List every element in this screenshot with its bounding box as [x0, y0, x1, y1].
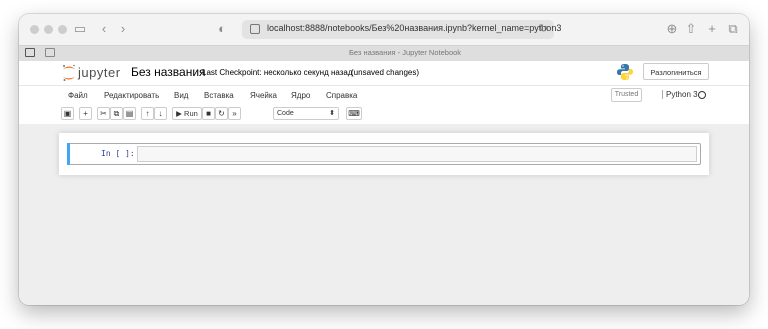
sidebar-icon[interactable]: ▭ — [73, 22, 87, 36]
cut-button[interactable]: ✂ — [97, 107, 110, 120]
notebook-name[interactable]: Без названия — [131, 65, 206, 79]
trusted-indicator[interactable]: Trusted — [611, 88, 642, 102]
jupyter-logo-icon[interactable] — [61, 64, 77, 82]
restart-icon: ↻ — [218, 109, 225, 118]
tab-title[interactable]: Без названия - Jupyter Notebook — [349, 48, 461, 57]
run-button[interactable]: ▶ Run — [172, 107, 202, 120]
notebook-toolbar: ▣ + ✂ ⧉ ▤ ↑ ↓ ▶ Run ■ ↻ » Code ⬍ ⌨ — [19, 105, 749, 124]
tab-bar: Без названия - Jupyter Notebook — [19, 45, 749, 62]
paste-icon: ▤ — [125, 109, 134, 118]
zoom-window-button[interactable] — [58, 25, 67, 34]
keyboard-icon: ⌨ — [348, 109, 360, 118]
move-down-button[interactable]: ↓ — [154, 107, 167, 120]
copy-button[interactable]: ⧉ — [110, 107, 123, 120]
cell-prompt: In [ ]: — [101, 149, 135, 158]
notebook-area: In [ ]: — [19, 124, 749, 305]
kernel-status-icon — [698, 91, 706, 99]
move-up-icon: ↑ — [145, 109, 150, 118]
back-icon[interactable]: ‹ — [97, 22, 111, 36]
menu-insert[interactable]: Вставка — [204, 91, 234, 100]
run-icon: ▶ — [176, 109, 182, 118]
cell-type-select[interactable]: Code ⬍ — [273, 107, 339, 120]
save-icon: ▣ — [63, 109, 72, 118]
new-tab-icon[interactable]: + — [705, 22, 719, 36]
menu-cell[interactable]: Ячейка — [250, 91, 277, 100]
checkpoint-status: Last Checkpoint: несколько секунд назад — [202, 68, 353, 77]
download-icon[interactable]: ⊕ — [665, 22, 679, 36]
notebook-container: In [ ]: — [59, 133, 709, 175]
privacy-icon[interactable]: ◐ — [215, 22, 229, 36]
paste-button[interactable]: ▤ — [123, 107, 136, 120]
python-logo-icon — [617, 64, 633, 80]
reload-icon[interactable]: ↻ — [539, 22, 548, 35]
menu-help[interactable]: Справка — [326, 91, 357, 100]
title-bar: ▭ ‹ › ◐ localhost:8888/notebooks/Без%20н… — [19, 14, 749, 45]
add-cell-icon: + — [83, 109, 88, 118]
unsaved-status: (unsaved changes) — [351, 68, 420, 77]
cell-type-value: Code — [277, 110, 294, 117]
restart-button[interactable]: ↻ — [215, 107, 228, 120]
stop-icon: ■ — [206, 109, 211, 118]
save-button[interactable]: ▣ — [61, 107, 74, 120]
copy-icon: ⧉ — [113, 109, 120, 118]
menu-edit[interactable]: Редактировать — [104, 91, 159, 100]
address-bar[interactable]: localhost:8888/notebooks/Без%20названия.… — [242, 20, 561, 39]
move-down-icon: ↓ — [158, 109, 163, 118]
jupyter-logo-text[interactable]: jupyter — [78, 65, 121, 80]
kernel-name: Python 3 — [662, 90, 698, 99]
fast-forward-icon: » — [232, 109, 237, 118]
forward-icon[interactable]: › — [116, 22, 130, 36]
menu-kernel[interactable]: Ядро — [291, 91, 310, 100]
url-text: localhost:8888/notebooks/Без%20названия.… — [267, 23, 562, 33]
move-up-button[interactable]: ↑ — [141, 107, 154, 120]
jupyter-header: jupyter Без названия Last Checkpoint: не… — [19, 61, 749, 124]
add-cell-button[interactable]: + — [79, 107, 92, 120]
header-divider — [19, 85, 749, 86]
stop-button[interactable]: ■ — [202, 107, 215, 120]
close-window-button[interactable] — [30, 25, 39, 34]
menu-file[interactable]: Файл — [68, 91, 88, 100]
reader-icon[interactable] — [45, 48, 55, 57]
code-cell[interactable]: In [ ]: — [67, 143, 701, 165]
tabs-icon[interactable]: ⧉ — [726, 22, 740, 36]
menu-view[interactable]: Вид — [174, 91, 188, 100]
share-icon[interactable]: ⇧ — [684, 22, 698, 36]
logout-button[interactable]: Разлогиниться — [643, 63, 709, 80]
run-label: Run — [184, 109, 198, 118]
page-icon — [250, 24, 260, 34]
cell-input[interactable] — [137, 146, 697, 162]
select-arrow-icon: ⬍ — [329, 110, 335, 117]
command-palette-button[interactable]: ⌨ — [346, 107, 362, 120]
sidebar-toggle-icon[interactable] — [25, 48, 35, 57]
selected-cell-indicator — [67, 143, 70, 165]
run-all-button[interactable]: » — [228, 107, 241, 120]
minimize-window-button[interactable] — [44, 25, 53, 34]
browser-window: ▭ ‹ › ◐ localhost:8888/notebooks/Без%20н… — [19, 14, 749, 305]
cut-icon: ✂ — [100, 109, 107, 118]
